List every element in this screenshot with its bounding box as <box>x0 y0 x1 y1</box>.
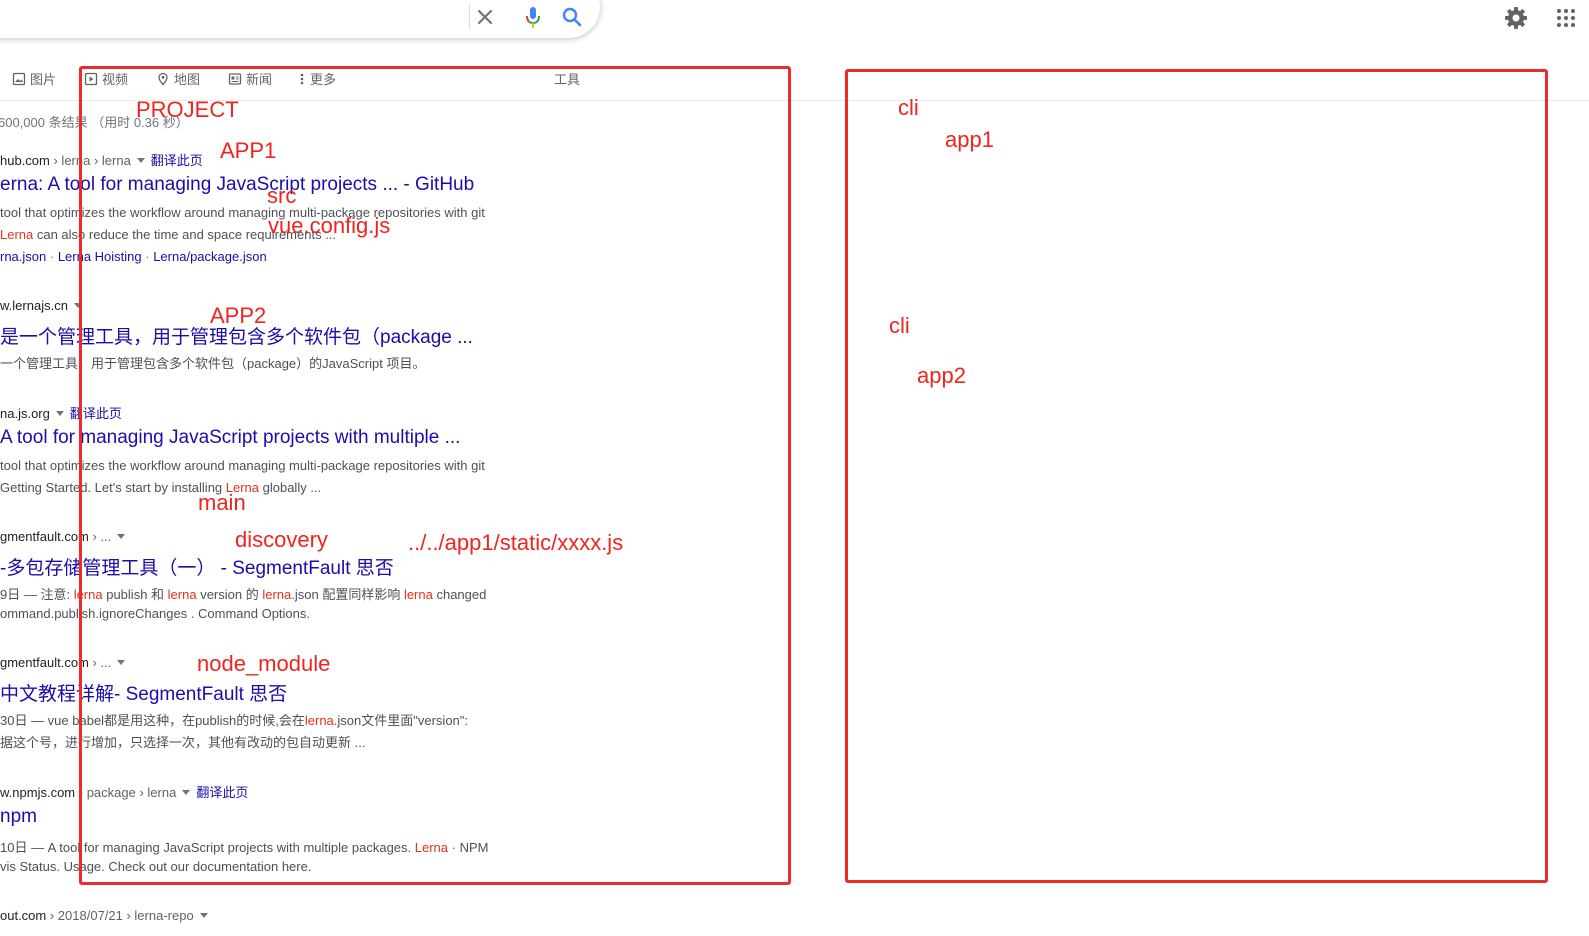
annotation-main: main <box>198 490 246 515</box>
result-domain: hub.com <box>0 153 50 168</box>
result-domain: gmentfault.com <box>0 529 89 544</box>
mic-icon[interactable] <box>519 3 547 31</box>
result-breadcrumb: › 2018/07/21 › lerna-repo <box>46 908 194 923</box>
result-domain: out.com <box>0 908 47 923</box>
annotation-app2: APP2 <box>210 303 267 328</box>
close-icon[interactable] <box>471 3 499 31</box>
annotation-app1: APP1 <box>220 138 277 163</box>
image-icon <box>12 72 26 85</box>
annotation-app1-right: app1 <box>945 127 994 152</box>
tab-label: 图片 <box>30 72 57 87</box>
gear-icon[interactable] <box>1503 5 1529 31</box>
result-domain: w.lernajs.cn <box>0 298 68 313</box>
result-title[interactable]: npm <box>0 806 37 828</box>
result-domain: w.npmjs.com <box>0 785 76 800</box>
annotation-node-module: node_module <box>197 651 331 676</box>
result-domain: gmentfault.com <box>0 655 89 670</box>
caret-down-icon[interactable] <box>199 913 208 919</box>
annotation-vue-config: vue.config.js <box>268 213 391 238</box>
annotation-box-project <box>79 66 791 885</box>
result-url[interactable]: out.com › 2018/07/21 › lerna-repo <box>0 908 214 923</box>
caret-down-icon[interactable] <box>55 411 64 417</box>
search-divider <box>469 4 470 30</box>
annotation-box-cli <box>845 69 1548 883</box>
annotation-project: PROJECT <box>136 97 239 122</box>
result-url[interactable]: w.lernajs.cn <box>0 298 88 313</box>
annotation-discovery: discovery <box>235 527 328 552</box>
tab-images[interactable]: 图片 <box>12 69 56 88</box>
annotation-app2-right: app2 <box>917 363 966 388</box>
annotation-src: src <box>267 183 297 208</box>
result-domain: na.js.org <box>0 406 50 421</box>
annotation-static-path: ../../app1/static/xxxx.js <box>408 530 624 555</box>
sitelink[interactable]: rna.json <box>0 249 46 264</box>
search-icon[interactable] <box>558 3 586 31</box>
snippet-highlight: Lerna <box>0 227 34 242</box>
search-box[interactable] <box>0 0 600 38</box>
annotation-cli: cli <box>889 313 910 338</box>
apps-grid-icon[interactable] <box>1556 8 1576 28</box>
snippet-text: 9日 — 注意: <box>0 587 74 602</box>
annotation-cli: cli <box>898 95 919 120</box>
